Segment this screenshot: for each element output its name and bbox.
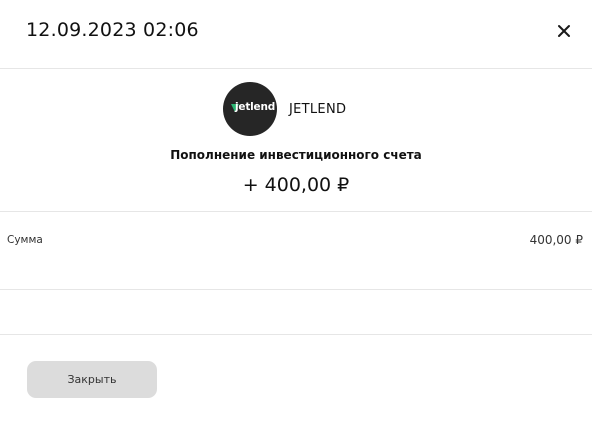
divider	[0, 68, 592, 69]
divider	[0, 334, 592, 335]
merchant-info: jetlend JETLEND	[223, 82, 346, 136]
modal-header: 12.09.2023 02:06	[0, 0, 592, 68]
amount-row-value: 400,00 ₽	[529, 233, 583, 247]
merchant-logo: jetlend	[223, 82, 277, 136]
divider	[0, 289, 592, 290]
close-icon[interactable]	[554, 21, 574, 41]
divider	[0, 211, 592, 212]
amount-row-label: Сумма	[7, 234, 43, 246]
operation-title: Пополнение инвестиционного счета	[170, 148, 422, 162]
transaction-details-modal: 12.09.2023 02:06 jetlend JETLEND Пополне…	[0, 0, 592, 423]
merchant-logo-text: jetlend	[235, 101, 276, 113]
merchant-name: JETLEND	[289, 101, 347, 117]
transaction-datetime: 12.09.2023 02:06	[26, 19, 199, 41]
close-button[interactable]: Закрыть	[27, 361, 157, 398]
operation-amount: + 400,00 ₽	[242, 174, 350, 196]
